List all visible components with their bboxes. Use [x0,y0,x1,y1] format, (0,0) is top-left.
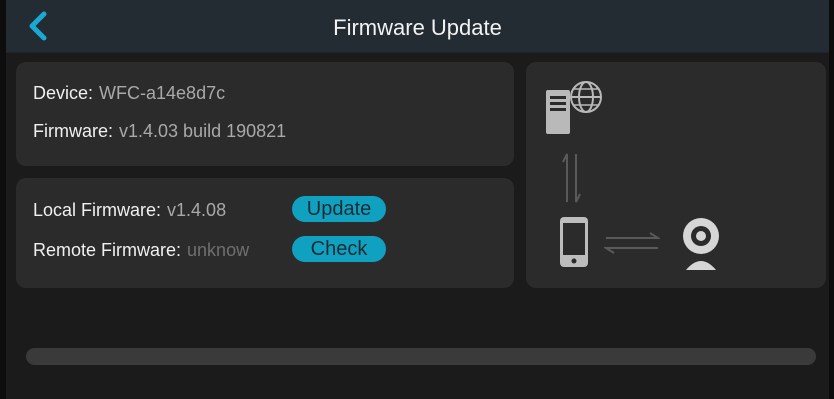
phone-icon [560,217,588,267]
horizontal-arrows-icon [604,232,660,254]
right-edge [829,0,834,399]
firmware-label: Firmware: [33,121,113,141]
device-label: Device: [33,83,94,103]
vertical-arrows-icon [562,153,581,203]
local-firmware-value: v1.4.08 [167,200,227,220]
firmware-value: v1.4.03 build 190821 [119,121,287,141]
remote-firmware-value: unknow [187,240,250,260]
local-firmware-label: Local Firmware: [33,200,162,220]
remote-firmware-label: Remote Firmware: [33,240,182,260]
update-progress-bar [26,348,816,365]
left-edge [0,0,6,399]
remote-firmware-row: Remote Firmware: unknow [33,240,249,261]
device-row: Device: WFC-a14e8d7c [33,83,225,104]
connection-diagram-card [526,62,826,288]
page-title: Firmware Update [333,15,502,40]
server-globe-icon [546,81,602,134]
firmware-row: Firmware: v1.4.03 build 190821 [33,121,286,142]
title-bar: Firmware Update [6,0,829,53]
firmware-update-screen: Firmware Update Device: WFC-a14e8d7c Firm… [0,0,834,399]
update-card: Local Firmware: v1.4.08 Update Remote Fir… [16,178,514,288]
device-value: WFC-a14e8d7c [99,83,226,103]
device-info-card: Device: WFC-a14e8d7c Firmware: v1.4.03 bui… [16,62,514,166]
local-firmware-row: Local Firmware: v1.4.08 [33,200,226,221]
update-button[interactable]: Update [292,196,386,222]
camera-icon [683,218,719,270]
check-button[interactable]: Check [292,236,386,262]
